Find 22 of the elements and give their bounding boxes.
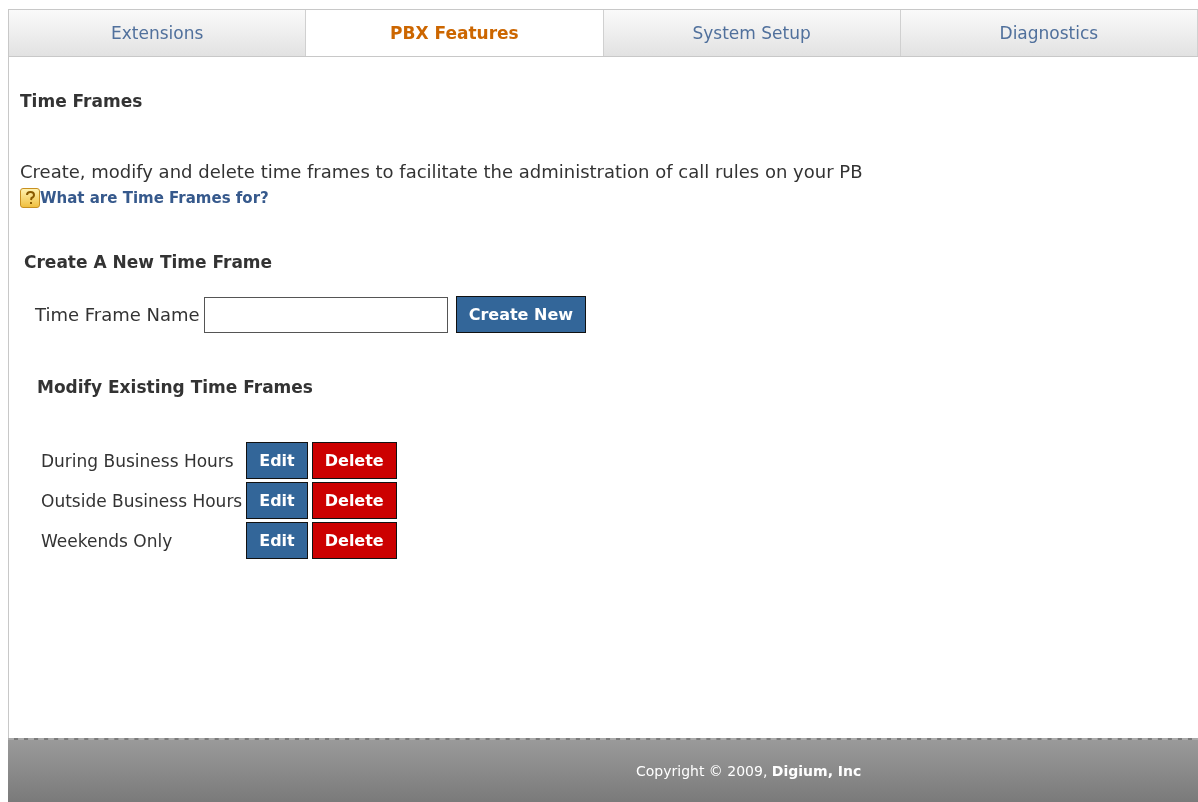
nav-tab[interactable]: Extensions (9, 10, 307, 56)
section-heading: Create A New Time Frame (24, 252, 274, 272)
time-frame-name-input[interactable] (203, 296, 448, 333)
delete-button[interactable]: Delete (311, 522, 397, 559)
create-new-button[interactable]: Create New (455, 296, 587, 333)
page-title: Time Frames (20, 91, 144, 111)
field-label: Time Frame Name (35, 304, 200, 325)
edit-button[interactable]: Edit (246, 522, 308, 559)
section-heading: Modify Existing Time Frames (37, 377, 314, 397)
nav-tab[interactable]: System Setup (603, 10, 901, 56)
edit-button[interactable]: Edit (246, 442, 308, 479)
time-frame-name: Outside Business Hours (41, 490, 243, 511)
edit-button[interactable]: Edit (246, 482, 308, 519)
delete-button[interactable]: Delete (311, 482, 397, 519)
description-text: Create, modify and delete time frames to facilitate the administration of call rules on your PB (20, 161, 864, 182)
time-frame-name: During Business Hours (41, 450, 235, 471)
delete-button[interactable]: Delete (311, 442, 397, 479)
help-link[interactable]: What are Time Frames for? (40, 189, 269, 207)
help-icon (20, 188, 40, 208)
time-frame-name: Weekends Only (41, 530, 174, 551)
nav-tab[interactable]: Diagnostics (900, 10, 1198, 56)
copyright-text: Copyright © 2009, Digium, Inc (636, 763, 862, 779)
